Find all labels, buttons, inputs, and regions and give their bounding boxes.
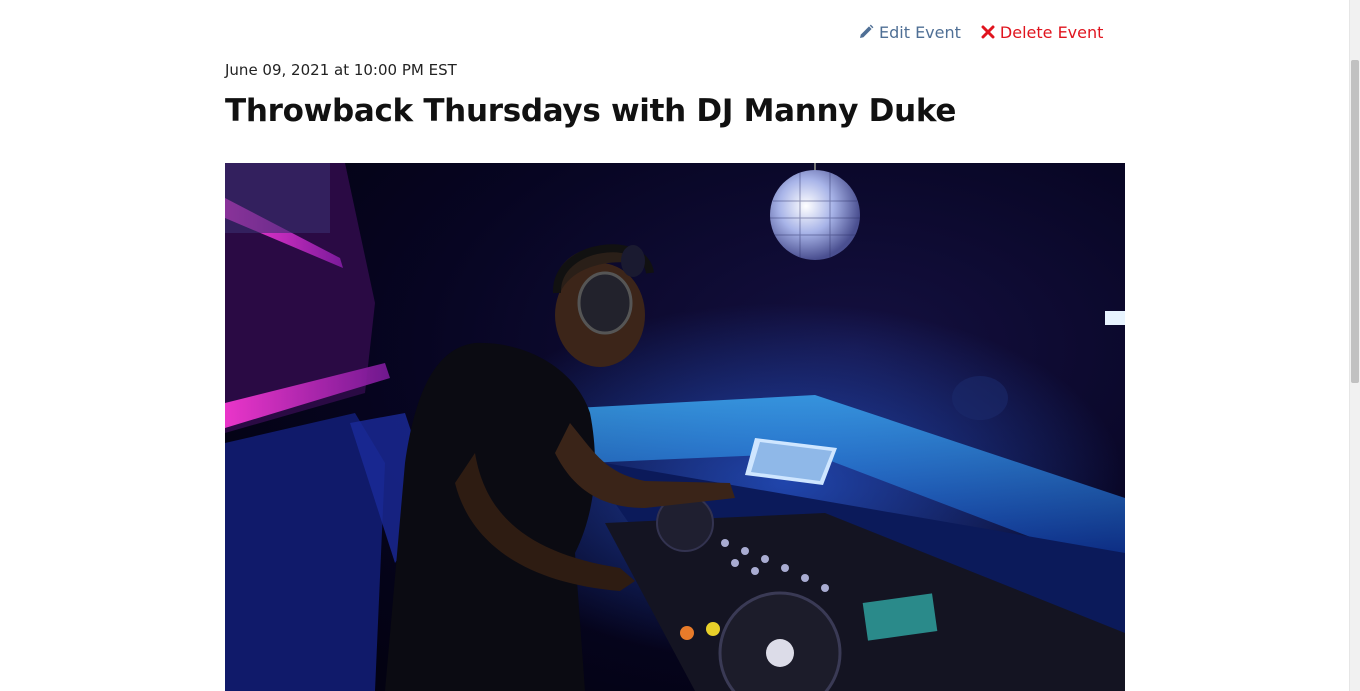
page-scrollbar[interactable] (1349, 0, 1360, 691)
scrollbar-thumb[interactable] (1351, 60, 1359, 383)
event-image (225, 163, 1125, 691)
event-actions: Edit Event Delete Event (858, 20, 1103, 44)
delete-event-label: Delete Event (999, 22, 1104, 42)
dj-photo-illustration (225, 163, 1125, 691)
pencil-icon (858, 24, 874, 40)
delete-event-link[interactable]: Delete Event (981, 22, 1104, 42)
edit-event-label: Edit Event (879, 22, 961, 42)
edit-event-link[interactable]: Edit Event (858, 23, 961, 42)
event-title: Throwback Thursdays with DJ Manny Duke (225, 93, 957, 129)
close-icon (981, 25, 995, 39)
event-datetime: June 09, 2021 at 10:00 PM EST (225, 61, 457, 79)
